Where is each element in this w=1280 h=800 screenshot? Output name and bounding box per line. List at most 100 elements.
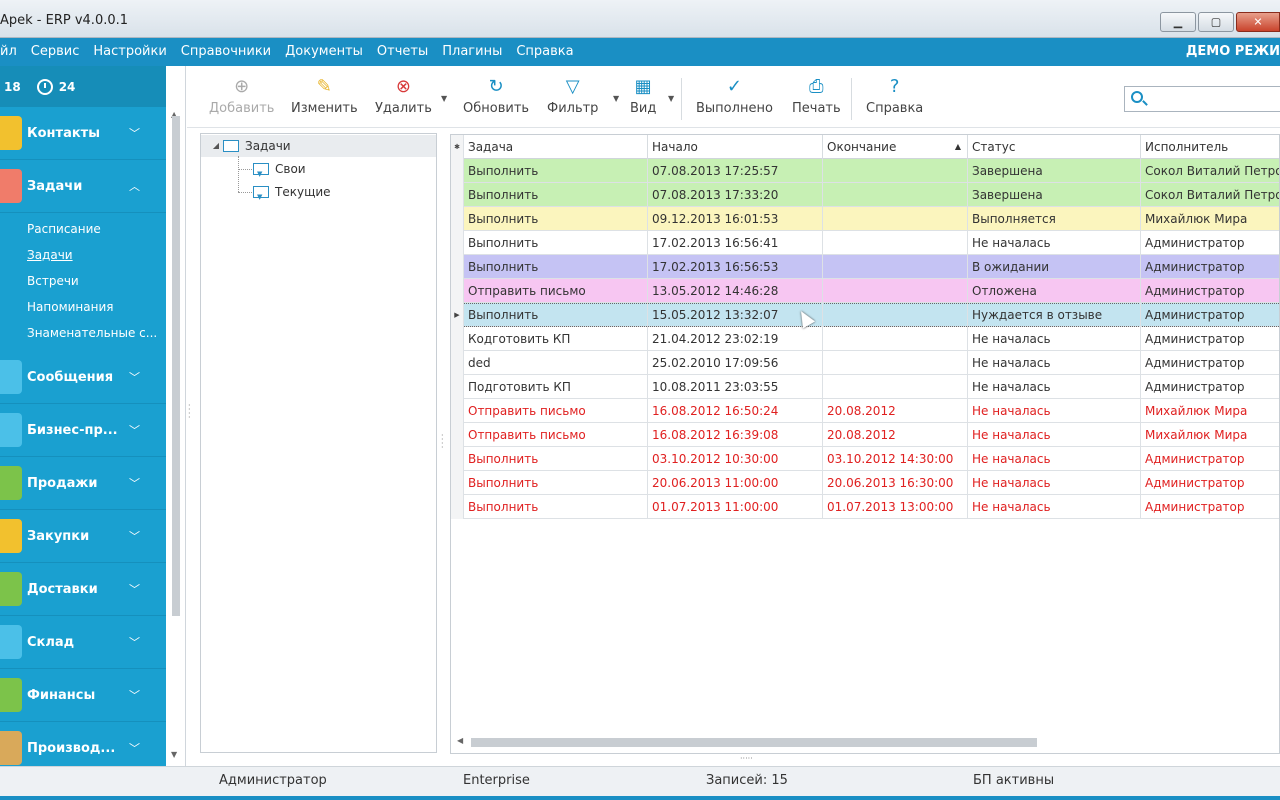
tree-node-root[interactable]: ◢ Задачи xyxy=(201,135,436,157)
chevron-down-icon[interactable]: ﹀ xyxy=(129,687,140,703)
sidebar-section[interactable]: Финансы ﹀ xyxy=(0,669,166,722)
sidebar-splitter[interactable]: · · · · xyxy=(188,402,191,422)
sidebar-section[interactable]: Контакты ﹀ xyxy=(0,107,166,160)
tree-node-current[interactable]: Текущие xyxy=(253,181,331,208)
table-row[interactable]: Отправить письмо 16.08.2012 16:39:08 20.08… xyxy=(451,423,1279,447)
search-box[interactable] xyxy=(1124,86,1280,112)
table-row[interactable]: Отправить письмо 16.08.2012 16:50:24 20.08… xyxy=(451,399,1279,423)
chevron-down-icon[interactable]: ﹀ xyxy=(129,634,140,650)
help-button[interactable]: ? Справка xyxy=(866,76,923,116)
row-indicator[interactable] xyxy=(451,423,464,447)
maximize-button[interactable]: ▢ xyxy=(1198,12,1234,32)
pencil-button[interactable]: ✎ Изменить xyxy=(291,76,358,116)
sidebar-section[interactable]: Продажи ﹀ xyxy=(0,457,166,510)
table-row[interactable]: Подготовить КП 10.08.2011 23:03:55 Не нача… xyxy=(451,375,1279,399)
column-header[interactable]: Исполнитель xyxy=(1141,135,1279,159)
menu-item[interactable]: Сервис xyxy=(31,38,80,66)
chevron-down-icon[interactable]: ﹀ xyxy=(129,581,140,597)
tree-node-own[interactable]: Свои xyxy=(253,158,306,185)
sidebar-section[interactable]: Доставки ﹀ xyxy=(0,563,166,616)
grid-scroll-thumb[interactable] xyxy=(471,738,1037,747)
menu-item[interactable]: Плагины xyxy=(442,38,502,66)
minimize-button[interactable]: ▁ xyxy=(1160,12,1196,32)
chevron-down-icon[interactable]: ﹀ xyxy=(129,125,140,141)
sidebar-subitem[interactable]: Встречи xyxy=(0,268,166,294)
table-row[interactable]: Выполнить 09.12.2013 16:01:53 Выполняется М… xyxy=(451,207,1279,231)
search-input[interactable] xyxy=(1149,90,1275,108)
view-button[interactable]: ▦ Вид xyxy=(630,76,656,116)
check-button[interactable]: ✓ Выполнено xyxy=(696,76,773,116)
table-row[interactable]: Кодготовить КП 21.04.2012 23:02:19 Не нача… xyxy=(451,327,1279,351)
column-header[interactable]: Начало xyxy=(648,135,823,159)
filter-button[interactable]: ▽ Фильтр xyxy=(547,76,598,116)
menu-item[interactable]: Документы xyxy=(285,38,363,66)
dropdown-arrow-icon[interactable]: ▼ xyxy=(668,94,674,103)
row-indicator[interactable] xyxy=(451,183,464,207)
menu-item[interactable]: Справка xyxy=(516,38,573,66)
sidebar-section[interactable]: Сообщения ﹀ xyxy=(0,351,166,404)
scroll-down-icon[interactable]: ▼ xyxy=(171,750,177,759)
plus-button[interactable]: ⊕ Добавить xyxy=(209,76,274,116)
table-row[interactable]: Выполнить 01.07.2013 11:00:00 01.07.2013 1… xyxy=(451,495,1279,519)
sidebar-section[interactable]: Склад ﹀ xyxy=(0,616,166,669)
chevron-down-icon[interactable]: ﹀ xyxy=(129,422,140,438)
table-row[interactable]: Выполнить 20.06.2013 11:00:00 20.06.2013 1… xyxy=(451,471,1279,495)
sidebar-section[interactable]: Задачи ︿ xyxy=(0,160,166,213)
close-button[interactable]: ✕ xyxy=(1236,12,1280,32)
table-row[interactable]: ded 25.02.2010 17:09:56 Не началась Админис… xyxy=(451,351,1279,375)
sidebar-section[interactable]: Закупки ﹀ xyxy=(0,510,166,563)
column-header[interactable]: Статус xyxy=(968,135,1141,159)
row-indicator[interactable] xyxy=(451,255,464,279)
menu-item[interactable]: Настройки xyxy=(93,38,166,66)
row-indicator[interactable] xyxy=(451,495,464,519)
chevron-down-icon[interactable]: ﹀ xyxy=(129,740,140,756)
column-header[interactable]: Окончание ▲ xyxy=(823,135,968,159)
sidebar-subitem[interactable]: Расписание xyxy=(0,216,166,242)
row-indicator[interactable] xyxy=(451,471,464,495)
counter-left[interactable]: 18 xyxy=(4,80,21,94)
table-row[interactable]: ▶ Выполнить 15.05.2012 13:32:07 Нуждается в… xyxy=(451,303,1279,327)
row-indicator[interactable] xyxy=(451,399,464,423)
row-indicator[interactable] xyxy=(451,279,464,303)
sidebar-subitem[interactable]: Знаменательные с... xyxy=(0,320,166,346)
row-indicator[interactable] xyxy=(451,375,464,399)
menu-item[interactable]: Справочники xyxy=(181,38,271,66)
sidebar-section[interactable]: Производ... ﹀ xyxy=(0,722,166,766)
collapse-icon[interactable]: ◢ xyxy=(209,135,223,157)
sidebar-section[interactable]: Бизнес-пр... ﹀ xyxy=(0,404,166,457)
sidebar-subitem[interactable]: Задачи xyxy=(0,242,166,268)
row-indicator[interactable] xyxy=(451,327,464,351)
chevron-down-icon[interactable]: ﹀ xyxy=(129,475,140,491)
row-indicator[interactable] xyxy=(451,207,464,231)
table-row[interactable]: Отправить письмо 13.05.2012 14:46:28 Отлож… xyxy=(451,279,1279,303)
refresh-button[interactable]: ↻ Обновить xyxy=(463,76,529,116)
row-indicator[interactable] xyxy=(451,159,464,183)
table-row[interactable]: Выполнить 07.08.2013 17:25:57 Завершена Сок… xyxy=(451,159,1279,183)
counter-right[interactable]: 24 xyxy=(59,80,76,94)
grid-horizontal-scrollbar[interactable]: ◀ xyxy=(451,735,1279,749)
sidebar-scrollbar[interactable]: ▲ ▼ xyxy=(166,66,186,766)
tree-splitter[interactable]: · · · · xyxy=(441,432,444,452)
menu-item[interactable]: Отчеты xyxy=(377,38,428,66)
print-button[interactable]: ⎙ Печать xyxy=(792,76,841,116)
row-indicator[interactable] xyxy=(451,231,464,255)
grid-bottom-splitter[interactable]: ····· xyxy=(740,755,753,763)
menu-item[interactable]: йл xyxy=(0,38,17,66)
chevron-up-icon[interactable]: ︿ xyxy=(129,178,140,194)
table-row[interactable]: Выполнить 07.08.2013 17:33:20 Завершена Сок… xyxy=(451,183,1279,207)
row-indicator[interactable] xyxy=(451,351,464,375)
dropdown-arrow-icon[interactable]: ▼ xyxy=(613,94,619,103)
table-row[interactable]: Выполнить 17.02.2013 16:56:53 В ожидании Ад… xyxy=(451,255,1279,279)
table-row[interactable]: Выполнить 03.10.2012 10:30:00 03.10.2012 1… xyxy=(451,447,1279,471)
scroll-left-icon[interactable]: ◀ xyxy=(457,736,463,745)
column-header[interactable]: Задача xyxy=(464,135,648,159)
row-indicator[interactable] xyxy=(451,447,464,471)
current-row-indicator-icon[interactable]: ▶ xyxy=(451,303,464,327)
chevron-down-icon[interactable]: ﹀ xyxy=(129,528,140,544)
sidebar-subitem[interactable]: Напоминания xyxy=(0,294,166,320)
table-row[interactable]: Выполнить 17.02.2013 16:56:41 Не началась А… xyxy=(451,231,1279,255)
dropdown-arrow-icon[interactable]: ▼ xyxy=(441,94,447,103)
delete-button[interactable]: ⊗ Удалить xyxy=(375,76,432,116)
sidebar-scroll-thumb[interactable] xyxy=(172,116,180,616)
chevron-down-icon[interactable]: ﹀ xyxy=(129,369,140,385)
